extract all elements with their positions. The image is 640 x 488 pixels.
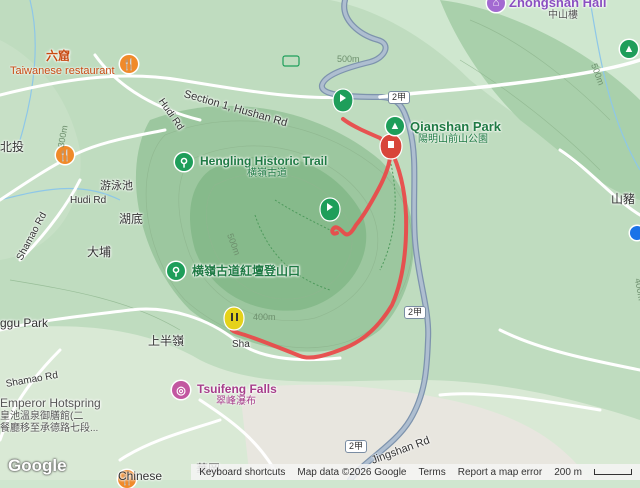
hiking-icon[interactable]: ⚲ bbox=[167, 262, 185, 280]
poi-hengling-trail-sub: 横嶺古道 bbox=[247, 168, 287, 179]
map-marker-start-2[interactable] bbox=[319, 197, 341, 222]
blue-pin-icon[interactable] bbox=[630, 226, 640, 240]
hiking-icon[interactable]: ⚲ bbox=[175, 153, 193, 171]
contour-label: 500m bbox=[337, 54, 360, 64]
poi-emperor-hotspring-sub1: 皇池溫泉御膳館(二 bbox=[0, 411, 84, 422]
poi-tsuifeng-falls-sub: 翠峰瀑布 bbox=[216, 396, 256, 407]
poi-zhongshan-hall[interactable]: Zhongshan Hall bbox=[509, 0, 607, 9]
place-label: 山豬 bbox=[611, 192, 636, 206]
place-label: ggu Park bbox=[0, 316, 49, 330]
poi-liuku-sub: Taiwanese restaurant bbox=[10, 65, 115, 77]
route-shield: 2甲 bbox=[388, 91, 411, 104]
park-icon[interactable]: ▲ bbox=[386, 117, 404, 135]
road-label: Sha bbox=[232, 339, 250, 350]
map-marker-end[interactable] bbox=[379, 133, 403, 160]
attribution-bar: Keyboard shortcuts Map data ©2026 Google… bbox=[191, 464, 640, 480]
location-icon[interactable]: ▲ bbox=[620, 40, 638, 58]
poi-emperor-hotspring[interactable]: Emperor Hotspring bbox=[0, 397, 101, 409]
place-label: 游泳池 bbox=[100, 180, 133, 192]
map-marker-waypoint[interactable] bbox=[223, 306, 245, 331]
place-label: 上半嶺 bbox=[148, 334, 185, 348]
poi-hengling-trail[interactable]: Hengling Historic Trail bbox=[200, 155, 327, 167]
contour-label: 400m bbox=[253, 312, 276, 322]
poi-qianshan-park-sub: 陽明山前山公園 bbox=[418, 134, 488, 145]
road-label: Hudi Rd bbox=[70, 195, 107, 206]
restaurant-icon[interactable]: 🍴 bbox=[56, 146, 74, 164]
map-marker-start-1[interactable] bbox=[332, 88, 354, 113]
poi-qianshan-park[interactable]: Qianshan Park bbox=[410, 120, 501, 133]
scale-bar bbox=[594, 469, 632, 475]
keyboard-shortcuts-link[interactable]: Keyboard shortcuts bbox=[199, 467, 285, 478]
poi-liuku[interactable]: 六窟 bbox=[46, 50, 70, 62]
place-label: 大埔 bbox=[87, 245, 112, 259]
poi-trailhead[interactable]: 横嶺古道紅壇登山口 bbox=[192, 265, 300, 277]
restaurant-icon[interactable]: 🍴 bbox=[120, 55, 138, 73]
scale-label: 200 m bbox=[554, 466, 582, 478]
place-label: 北投 bbox=[0, 140, 25, 154]
report-error-link[interactable]: Report a map error bbox=[458, 467, 542, 478]
map-data-text: Map data ©2026 Google bbox=[297, 466, 407, 478]
place-label: 湖底 bbox=[119, 212, 144, 226]
route-shield: 2甲 bbox=[404, 306, 427, 319]
google-logo: Google bbox=[8, 456, 67, 475]
terms-link[interactable]: Terms bbox=[418, 467, 445, 478]
poi-zhongshan-hall-sub: 中山樓 bbox=[548, 10, 578, 21]
poi-tsuifeng-falls[interactable]: Tsuifeng Falls bbox=[197, 383, 277, 395]
waterfall-icon[interactable]: ◎ bbox=[172, 381, 190, 399]
route-shield: 2甲 bbox=[345, 440, 368, 453]
poi-chinese[interactable]: Chinese bbox=[118, 470, 162, 482]
poi-emperor-hotspring-sub2: 餐廳移至承德路七段... bbox=[0, 423, 99, 434]
